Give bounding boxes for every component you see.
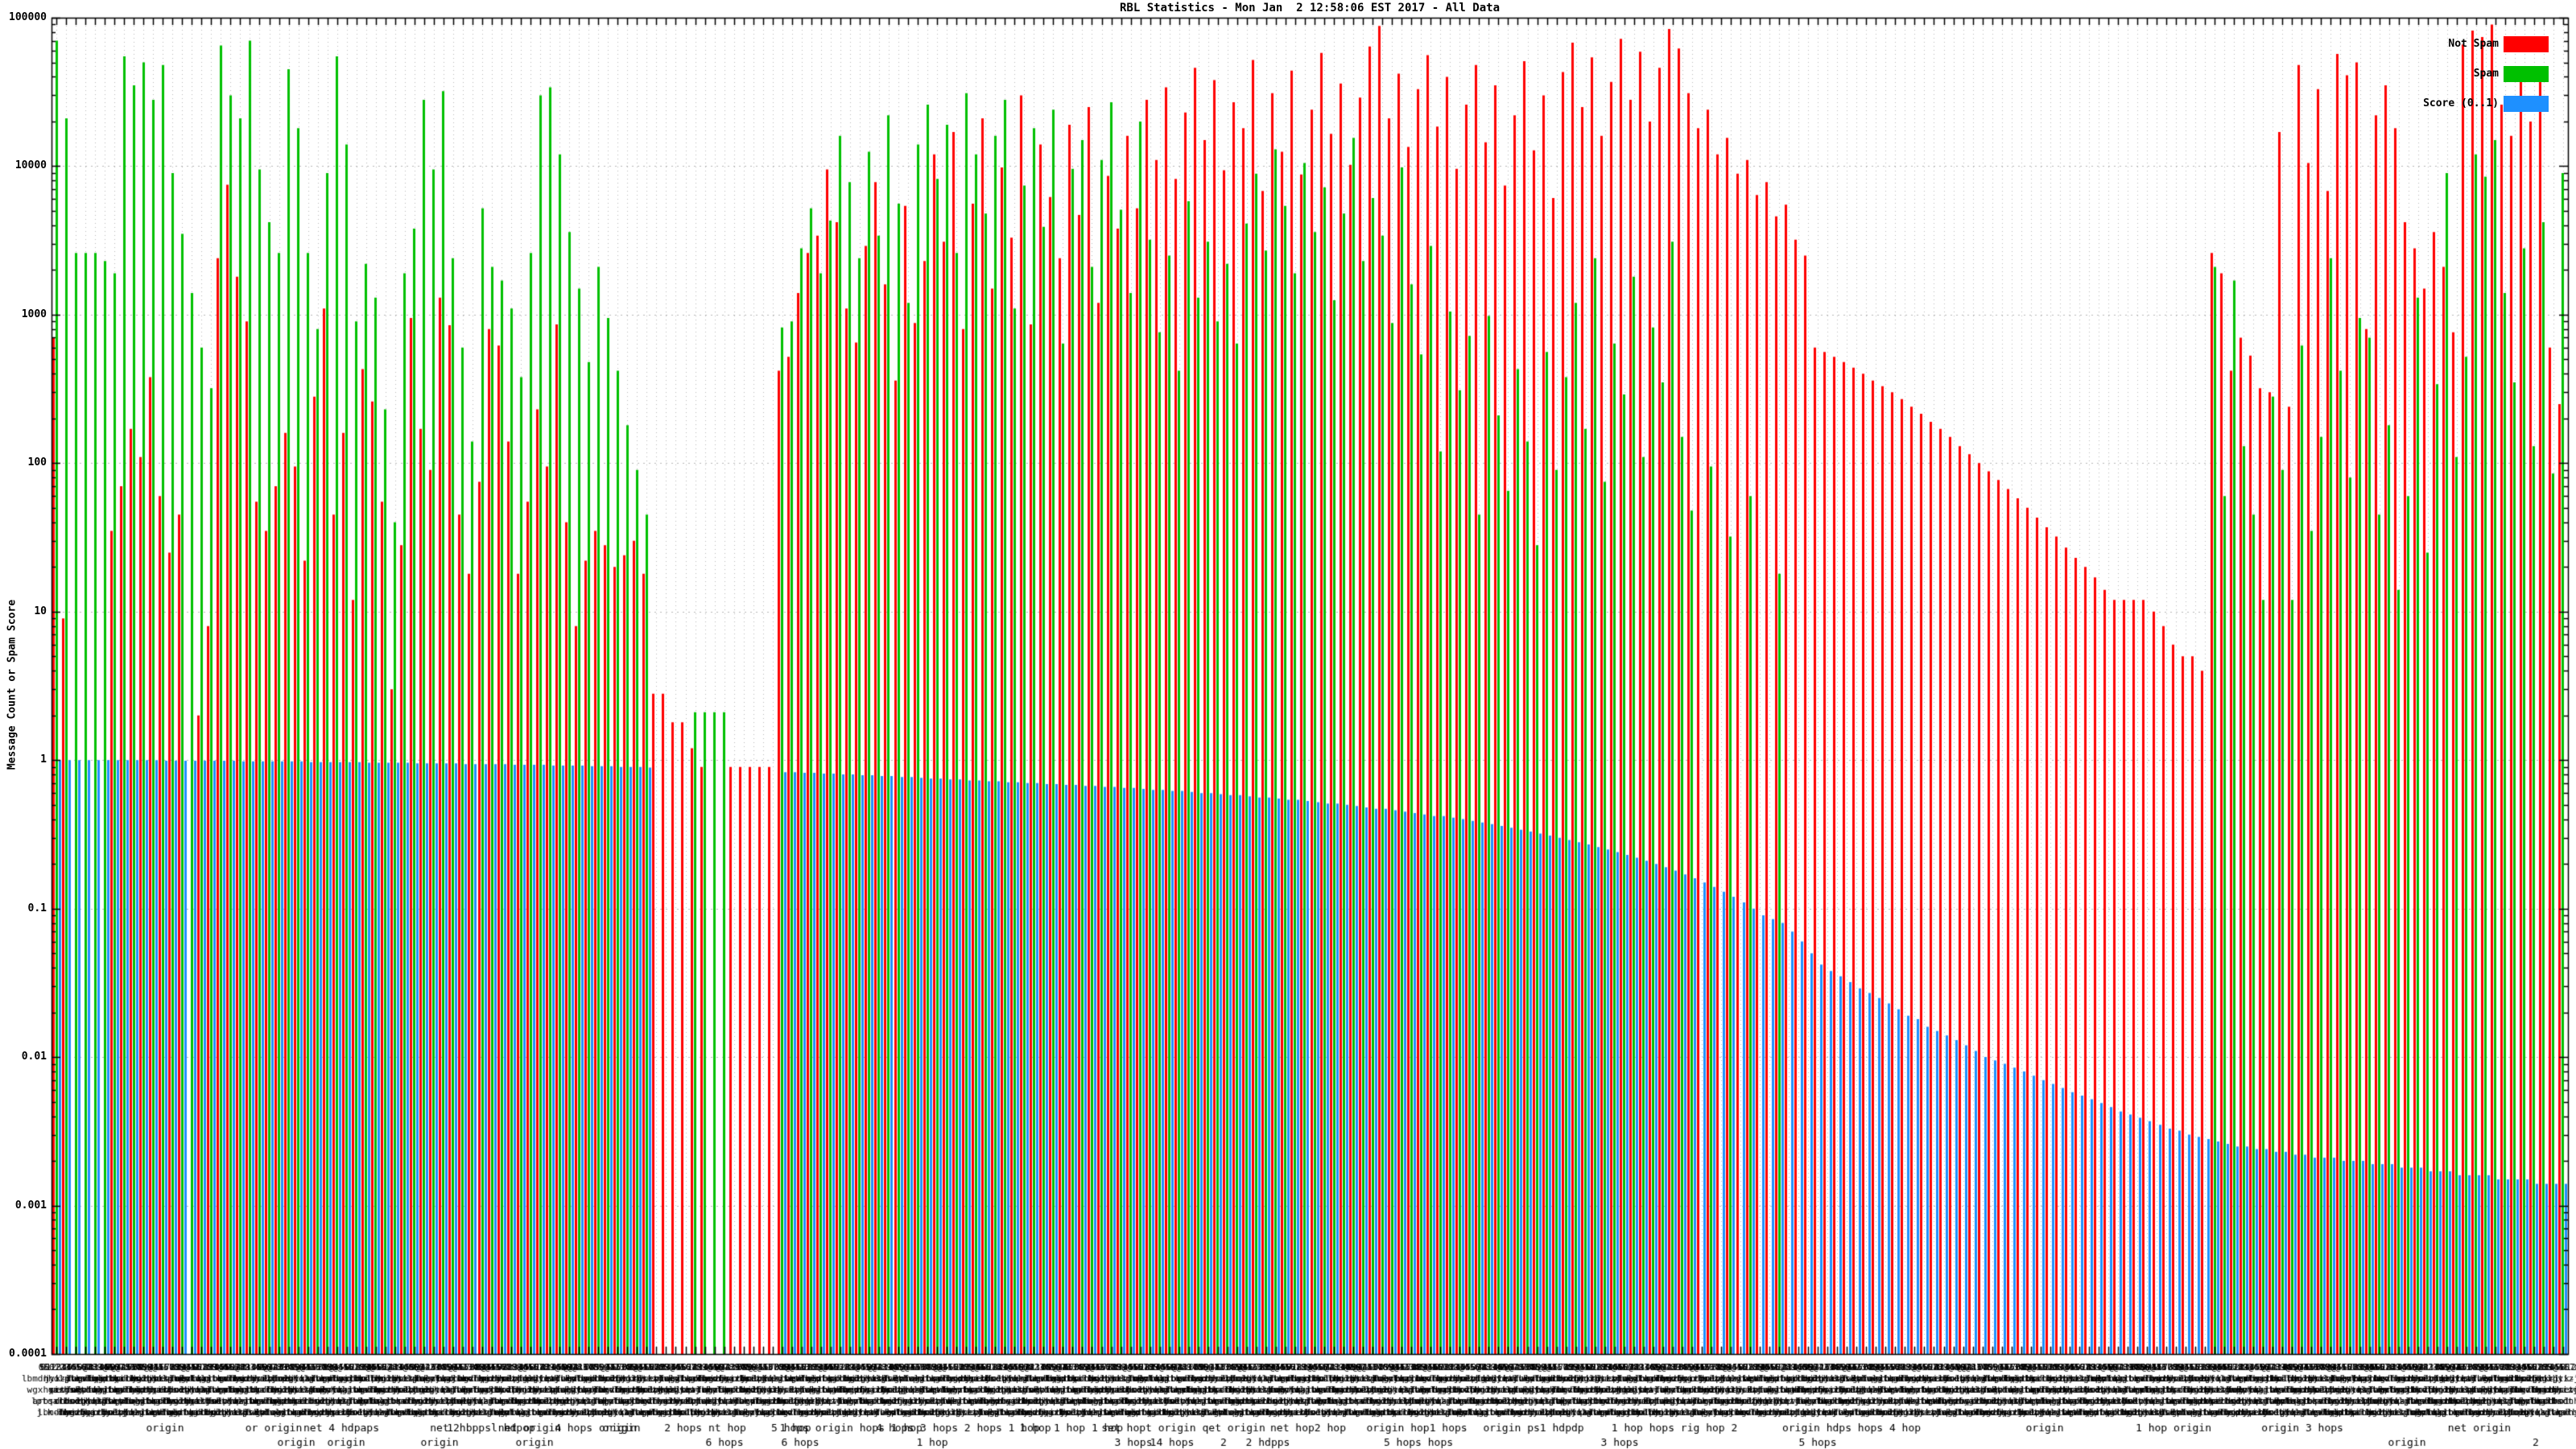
legend-entry-spam: Spam <box>0 66 2576 84</box>
y-tick-label: 0.0001 <box>0 1348 47 1360</box>
legend-entry-not-spam: Not Spam <box>0 36 2576 54</box>
y-tick-label: 0.1 <box>0 902 47 914</box>
legend-label-not-spam: Not Spam <box>2448 38 2499 50</box>
y-axis-label: Message Count or Spam Score <box>6 532 19 838</box>
legend-swatch-spam <box>2504 66 2549 82</box>
y-tick-label: 100 <box>0 456 47 469</box>
y-tick-label: 0.01 <box>0 1051 47 1063</box>
chart-title: RBL Statistics - Mon Jan 2 12:58:06 EST … <box>52 2 2568 14</box>
legend-swatch-not-spam <box>2504 36 2549 52</box>
y-tick-label: 10 <box>0 605 47 617</box>
y-tick-label: 1 <box>0 753 47 766</box>
y-tick-label: 10000 <box>0 159 47 171</box>
y-tick-label: 1000 <box>0 308 47 320</box>
legend-label-spam: Spam <box>2474 68 2499 80</box>
y-tick-label: 100000 <box>0 11 47 23</box>
legend-label-score: Score (0..1) <box>2423 97 2499 109</box>
y-tick-label: 0.001 <box>0 1199 47 1212</box>
legend-entry-score: Score (0..1) <box>0 96 2576 114</box>
chart-canvas <box>0 0 2576 1449</box>
rbl-statistics-chart: RBL Statistics - Mon Jan 2 12:58:06 EST … <box>0 0 2576 1449</box>
legend-swatch-score <box>2504 96 2549 112</box>
